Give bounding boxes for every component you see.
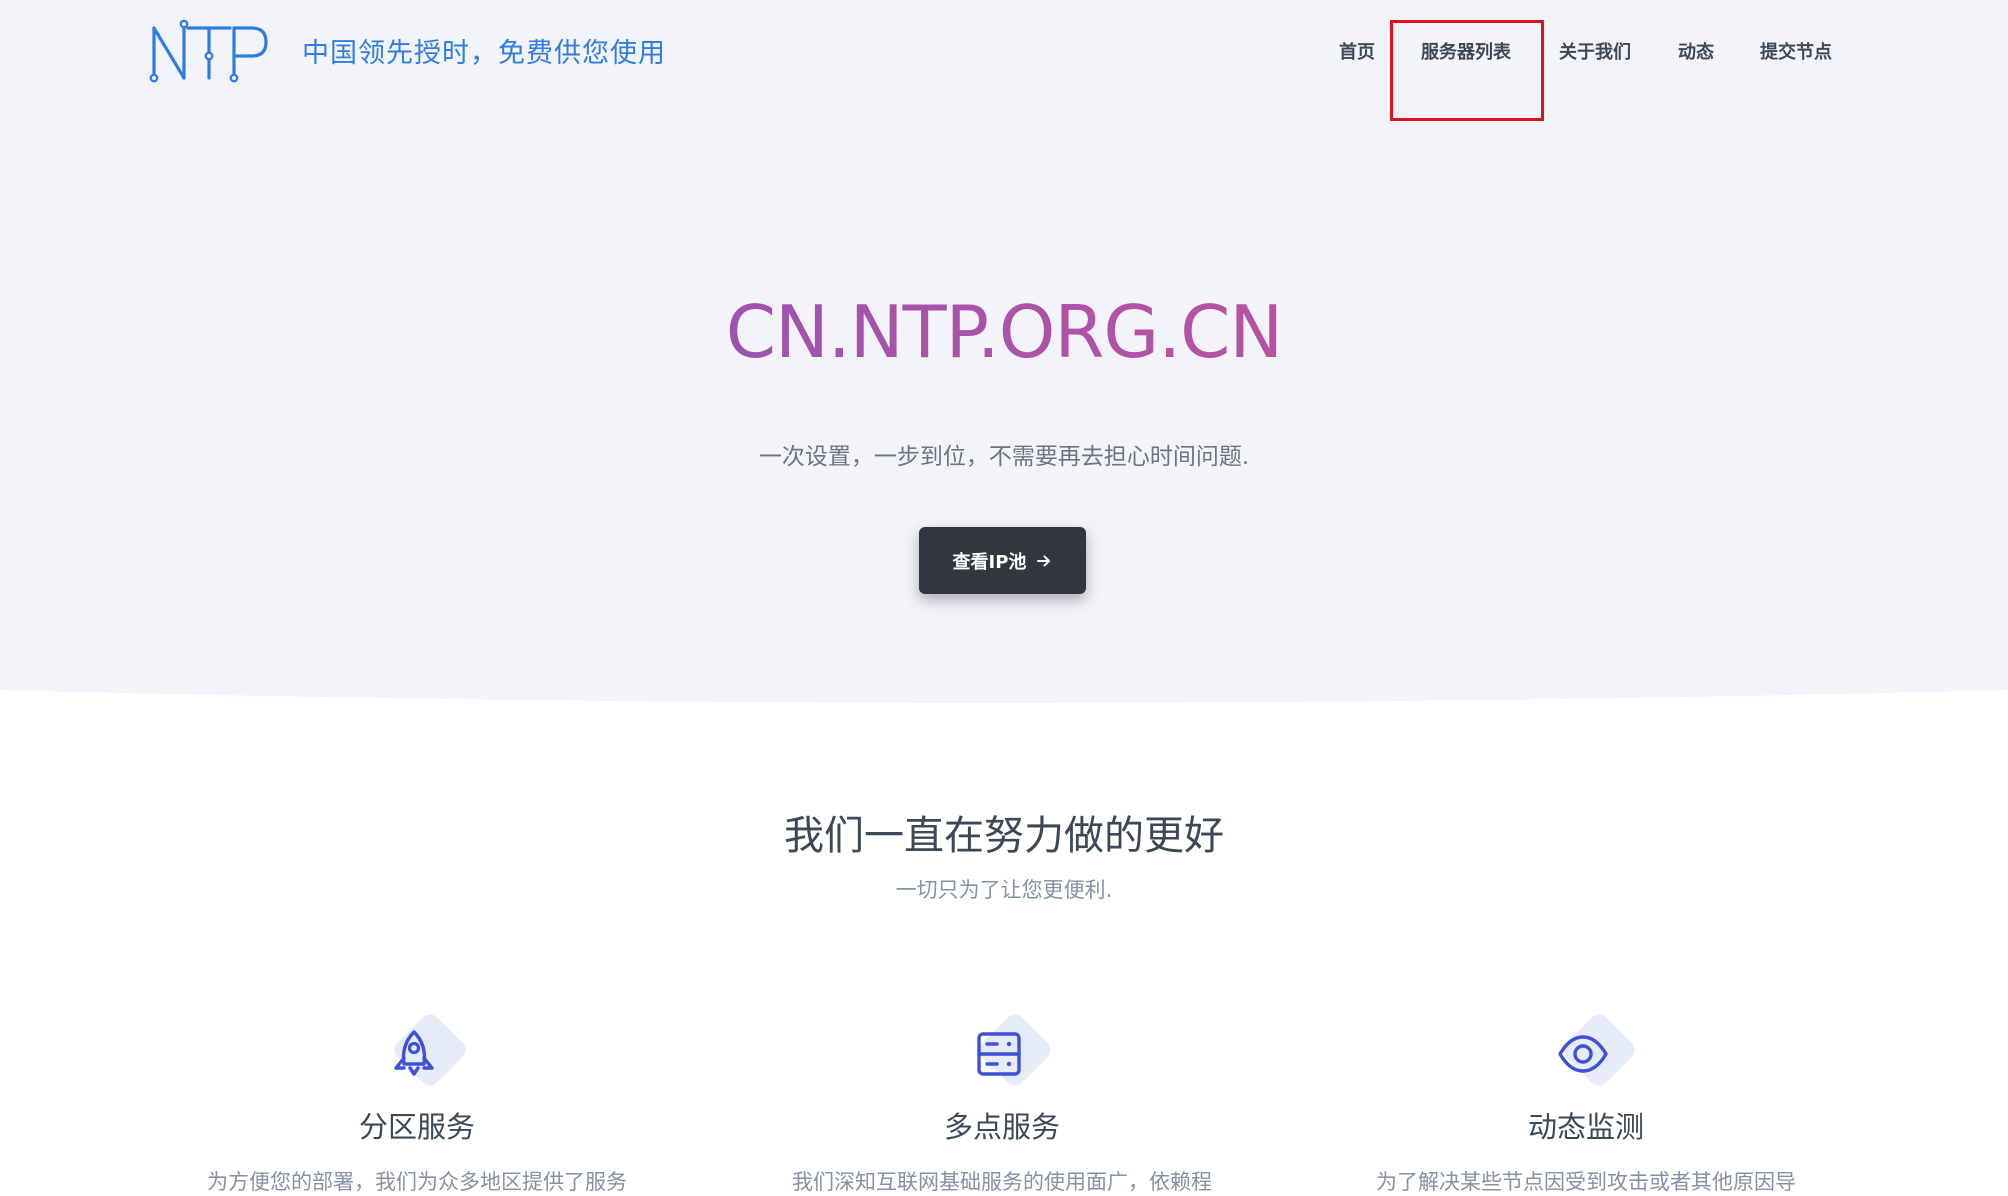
nav-item-news[interactable]: 动态 [1678,38,1714,64]
feature-card-regional: 分区服务 为方便您的部署，我们为众多地区提供了服务 [137,1010,697,1196]
section-title: 我们一直在努力做的更好 [784,813,1224,859]
feature-card-monitoring: 动态监测 为了解决某些节点因受到攻击或者其他原因导 [1306,1010,1866,1196]
feature-desc: 我们深知互联网基础服务的使用面广，依赖程 [792,1170,1212,1194]
server-icon [977,1032,1021,1076]
section-subtitle: 一切只为了让您更便利. [895,878,1113,902]
hero-curve-divider [0,660,2008,740]
hero-title: CN.NTP.ORG.CN [0,290,2008,374]
cta-label: 查看IP池 [952,551,1027,573]
nav-highlight-box [1390,20,1544,121]
nav-item-home[interactable]: 首页 [1339,38,1375,64]
eye-icon [1558,1035,1608,1073]
brand-tagline: 中国领先授时，免费供您使用 [302,38,666,69]
feature-card-multi-point: 多点服务 我们深知互联网基础服务的使用面广，依赖程 [722,1010,1282,1196]
rocket-icon [394,1030,434,1076]
nav-item-submit-node[interactable]: 提交节点 [1760,38,1832,64]
feature-desc: 为方便您的部署，我们为众多地区提供了服务 [207,1170,627,1194]
nav-item-about-us[interactable]: 关于我们 [1559,38,1631,64]
arrow-right-icon [1037,555,1051,566]
feature-desc: 为了解决某些节点因受到攻击或者其他原因导 [1376,1170,1796,1194]
feature-title: 多点服务 [943,1110,1060,1144]
view-ip-pool-button[interactable]: 查看IP池 [919,527,1086,594]
feature-title: 分区服务 [358,1110,475,1144]
feature-title: 动态监测 [1527,1110,1644,1144]
ntp-logo[interactable] [148,18,272,86]
hero-subtitle: 一次设置，一步到位，不需要再去担心时间问题. [758,444,1250,470]
